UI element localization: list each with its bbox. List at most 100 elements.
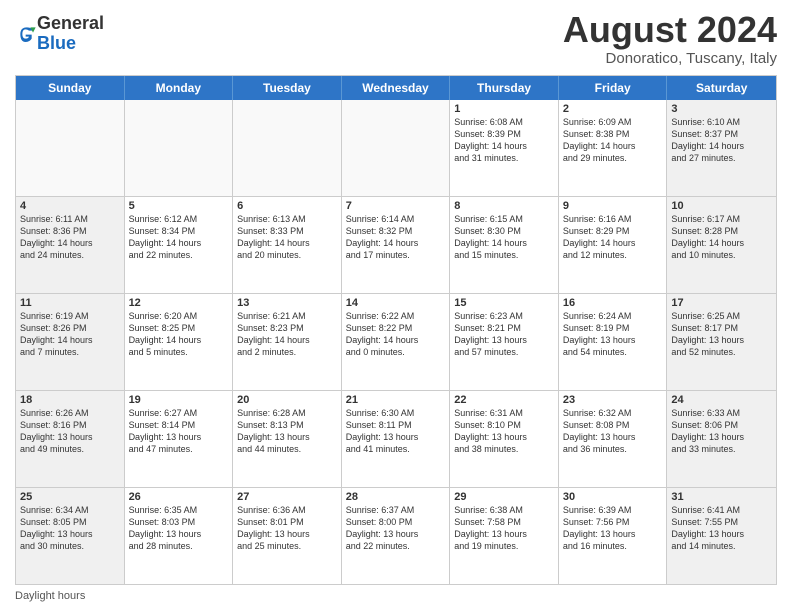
day-number: 8: [454, 200, 554, 212]
day-number: 4: [20, 200, 120, 212]
calendar: SundayMondayTuesdayWednesdayThursdayFrid…: [15, 75, 777, 585]
day-number: 13: [237, 297, 337, 309]
day-info: Sunrise: 6:10 AM Sunset: 8:37 PM Dayligh…: [671, 116, 772, 165]
day-info: Sunrise: 6:41 AM Sunset: 7:55 PM Dayligh…: [671, 504, 772, 553]
day-number: 16: [563, 297, 663, 309]
calendar-cell: 5Sunrise: 6:12 AM Sunset: 8:34 PM Daylig…: [125, 197, 234, 293]
day-number: 25: [20, 491, 120, 503]
day-info: Sunrise: 6:11 AM Sunset: 8:36 PM Dayligh…: [20, 213, 120, 262]
calendar-cell: 16Sunrise: 6:24 AM Sunset: 8:19 PM Dayli…: [559, 294, 668, 390]
day-info: Sunrise: 6:12 AM Sunset: 8:34 PM Dayligh…: [129, 213, 229, 262]
calendar-cell: 10Sunrise: 6:17 AM Sunset: 8:28 PM Dayli…: [667, 197, 776, 293]
day-number: 18: [20, 394, 120, 406]
day-info: Sunrise: 6:21 AM Sunset: 8:23 PM Dayligh…: [237, 310, 337, 359]
day-info: Sunrise: 6:26 AM Sunset: 8:16 PM Dayligh…: [20, 407, 120, 456]
calendar-cell: 21Sunrise: 6:30 AM Sunset: 8:11 PM Dayli…: [342, 391, 451, 487]
day-number: 9: [563, 200, 663, 212]
day-of-week-header: Tuesday: [233, 76, 342, 100]
calendar-row: 25Sunrise: 6:34 AM Sunset: 8:05 PM Dayli…: [16, 488, 776, 584]
calendar-cell: 24Sunrise: 6:33 AM Sunset: 8:06 PM Dayli…: [667, 391, 776, 487]
calendar-cell: 30Sunrise: 6:39 AM Sunset: 7:56 PM Dayli…: [559, 488, 668, 584]
calendar-cell: 7Sunrise: 6:14 AM Sunset: 8:32 PM Daylig…: [342, 197, 451, 293]
day-info: Sunrise: 6:08 AM Sunset: 8:39 PM Dayligh…: [454, 116, 554, 165]
day-info: Sunrise: 6:09 AM Sunset: 8:38 PM Dayligh…: [563, 116, 663, 165]
calendar-cell: 2Sunrise: 6:09 AM Sunset: 8:38 PM Daylig…: [559, 100, 668, 196]
day-number: 30: [563, 491, 663, 503]
day-number: 20: [237, 394, 337, 406]
calendar-cell: 22Sunrise: 6:31 AM Sunset: 8:10 PM Dayli…: [450, 391, 559, 487]
day-of-week-header: Friday: [559, 76, 668, 100]
day-info: Sunrise: 6:16 AM Sunset: 8:29 PM Dayligh…: [563, 213, 663, 262]
calendar-cell: 12Sunrise: 6:20 AM Sunset: 8:25 PM Dayli…: [125, 294, 234, 390]
main-title: August 2024: [563, 10, 777, 50]
title-block: August 2024 Donoratico, Tuscany, Italy: [563, 10, 777, 67]
day-info: Sunrise: 6:33 AM Sunset: 8:06 PM Dayligh…: [671, 407, 772, 456]
calendar-cell: 8Sunrise: 6:15 AM Sunset: 8:30 PM Daylig…: [450, 197, 559, 293]
day-number: 1: [454, 103, 554, 115]
calendar-row: 11Sunrise: 6:19 AM Sunset: 8:26 PM Dayli…: [16, 294, 776, 391]
day-info: Sunrise: 6:31 AM Sunset: 8:10 PM Dayligh…: [454, 407, 554, 456]
day-info: Sunrise: 6:38 AM Sunset: 7:58 PM Dayligh…: [454, 504, 554, 553]
day-number: 10: [671, 200, 772, 212]
day-number: 6: [237, 200, 337, 212]
day-of-week-header: Thursday: [450, 76, 559, 100]
day-info: Sunrise: 6:25 AM Sunset: 8:17 PM Dayligh…: [671, 310, 772, 359]
calendar-row: 1Sunrise: 6:08 AM Sunset: 8:39 PM Daylig…: [16, 100, 776, 197]
day-number: 29: [454, 491, 554, 503]
calendar-cell: 29Sunrise: 6:38 AM Sunset: 7:58 PM Dayli…: [450, 488, 559, 584]
day-number: 14: [346, 297, 446, 309]
calendar-cell: 4Sunrise: 6:11 AM Sunset: 8:36 PM Daylig…: [16, 197, 125, 293]
calendar-cell: 15Sunrise: 6:23 AM Sunset: 8:21 PM Dayli…: [450, 294, 559, 390]
calendar-body: 1Sunrise: 6:08 AM Sunset: 8:39 PM Daylig…: [16, 100, 776, 584]
calendar-cell: 20Sunrise: 6:28 AM Sunset: 8:13 PM Dayli…: [233, 391, 342, 487]
day-of-week-header: Monday: [125, 76, 234, 100]
day-info: Sunrise: 6:30 AM Sunset: 8:11 PM Dayligh…: [346, 407, 446, 456]
day-number: 24: [671, 394, 772, 406]
footer-label: Daylight hours: [15, 590, 85, 602]
calendar-cell: 3Sunrise: 6:10 AM Sunset: 8:37 PM Daylig…: [667, 100, 776, 196]
day-info: Sunrise: 6:32 AM Sunset: 8:08 PM Dayligh…: [563, 407, 663, 456]
day-number: 22: [454, 394, 554, 406]
day-info: Sunrise: 6:20 AM Sunset: 8:25 PM Dayligh…: [129, 310, 229, 359]
calendar-cell: 11Sunrise: 6:19 AM Sunset: 8:26 PM Dayli…: [16, 294, 125, 390]
day-number: 31: [671, 491, 772, 503]
day-info: Sunrise: 6:34 AM Sunset: 8:05 PM Dayligh…: [20, 504, 120, 553]
footer: Daylight hours: [15, 590, 777, 602]
header: General Blue August 2024 Donoratico, Tus…: [15, 10, 777, 67]
logo-general: General: [37, 14, 104, 34]
day-number: 19: [129, 394, 229, 406]
day-info: Sunrise: 6:15 AM Sunset: 8:30 PM Dayligh…: [454, 213, 554, 262]
calendar-header: SundayMondayTuesdayWednesdayThursdayFrid…: [16, 76, 776, 100]
calendar-row: 18Sunrise: 6:26 AM Sunset: 8:16 PM Dayli…: [16, 391, 776, 488]
calendar-cell: [233, 100, 342, 196]
day-number: 2: [563, 103, 663, 115]
day-info: Sunrise: 6:17 AM Sunset: 8:28 PM Dayligh…: [671, 213, 772, 262]
calendar-cell: 18Sunrise: 6:26 AM Sunset: 8:16 PM Dayli…: [16, 391, 125, 487]
day-number: 21: [346, 394, 446, 406]
calendar-cell: 9Sunrise: 6:16 AM Sunset: 8:29 PM Daylig…: [559, 197, 668, 293]
day-info: Sunrise: 6:36 AM Sunset: 8:01 PM Dayligh…: [237, 504, 337, 553]
day-info: Sunrise: 6:19 AM Sunset: 8:26 PM Dayligh…: [20, 310, 120, 359]
calendar-cell: 28Sunrise: 6:37 AM Sunset: 8:00 PM Dayli…: [342, 488, 451, 584]
calendar-cell: [125, 100, 234, 196]
calendar-cell: 14Sunrise: 6:22 AM Sunset: 8:22 PM Dayli…: [342, 294, 451, 390]
day-info: Sunrise: 6:37 AM Sunset: 8:00 PM Dayligh…: [346, 504, 446, 553]
calendar-cell: 26Sunrise: 6:35 AM Sunset: 8:03 PM Dayli…: [125, 488, 234, 584]
day-of-week-header: Saturday: [667, 76, 776, 100]
day-number: 27: [237, 491, 337, 503]
calendar-cell: 17Sunrise: 6:25 AM Sunset: 8:17 PM Dayli…: [667, 294, 776, 390]
day-info: Sunrise: 6:27 AM Sunset: 8:14 PM Dayligh…: [129, 407, 229, 456]
day-info: Sunrise: 6:35 AM Sunset: 8:03 PM Dayligh…: [129, 504, 229, 553]
day-info: Sunrise: 6:22 AM Sunset: 8:22 PM Dayligh…: [346, 310, 446, 359]
logo-text: General Blue: [37, 14, 104, 54]
day-of-week-header: Sunday: [16, 76, 125, 100]
page: General Blue August 2024 Donoratico, Tus…: [0, 0, 792, 612]
calendar-cell: 19Sunrise: 6:27 AM Sunset: 8:14 PM Dayli…: [125, 391, 234, 487]
calendar-cell: 31Sunrise: 6:41 AM Sunset: 7:55 PM Dayli…: [667, 488, 776, 584]
day-number: 3: [671, 103, 772, 115]
calendar-cell: 13Sunrise: 6:21 AM Sunset: 8:23 PM Dayli…: [233, 294, 342, 390]
day-info: Sunrise: 6:14 AM Sunset: 8:32 PM Dayligh…: [346, 213, 446, 262]
day-number: 5: [129, 200, 229, 212]
day-number: 12: [129, 297, 229, 309]
day-info: Sunrise: 6:24 AM Sunset: 8:19 PM Dayligh…: [563, 310, 663, 359]
